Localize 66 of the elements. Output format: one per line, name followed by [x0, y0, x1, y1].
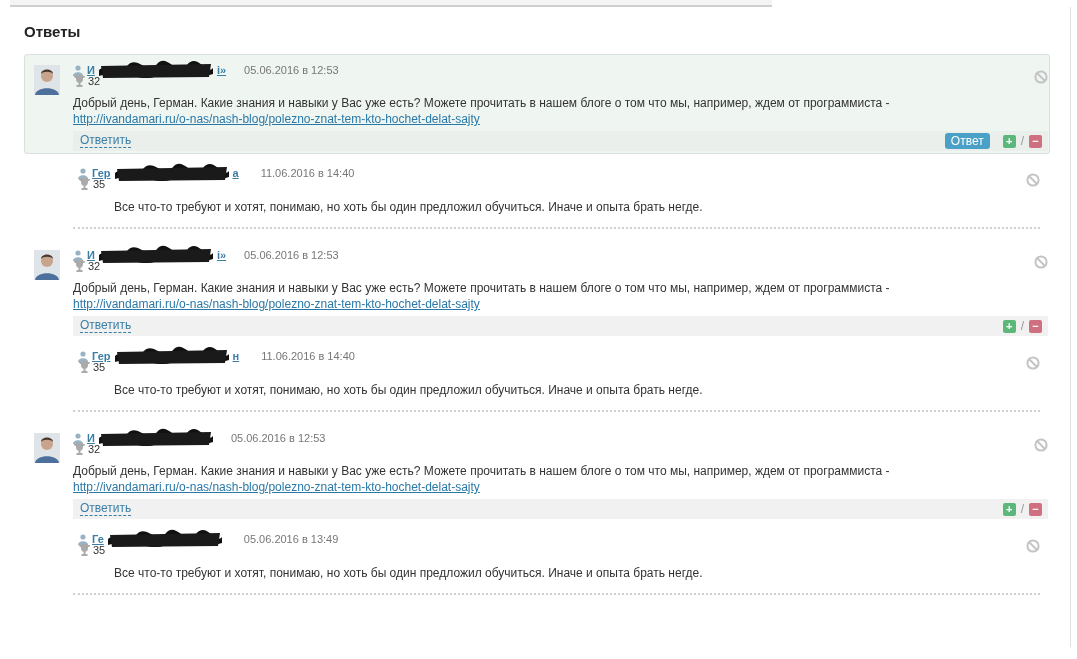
downvote-button[interactable]: − [1029, 319, 1042, 333]
score: 35 [93, 544, 106, 556]
comment-date: 05.06.2016 в 13:49 [243, 533, 339, 545]
answer-badge: Ответ [944, 133, 990, 149]
upvote-button[interactable]: + [1002, 134, 1016, 148]
block-icon[interactable] [1034, 255, 1048, 269]
block-icon[interactable] [1026, 173, 1040, 187]
author-link[interactable]: И [87, 249, 95, 261]
user-icon [73, 432, 83, 444]
avatar [34, 65, 60, 95]
section-title: Ответы [24, 23, 81, 40]
block-icon[interactable] [1034, 70, 1048, 84]
comment-date: 05.06.2016 в 12:53 [230, 432, 326, 444]
trophy-icon [73, 260, 86, 272]
upvote-button[interactable]: + [1002, 502, 1016, 516]
comment-text: Добрый день, Герман. Какие знания и навыки у Вас уже есть? Можете прочитать в нашем блоге о том что мы, например, ждем от программиста - http://ivandamari.ru/o-nas/nash-blog/polezno-znat-tem-kto-hochet-delat-sajty [73, 280, 891, 312]
trophy-icon [78, 361, 91, 373]
comment-text: Все что-то требуют и хотят, понимаю, но хоть бы один предложил обучиться. Иначе и опыта брать негде. [114, 565, 704, 581]
score: 32 [88, 260, 101, 272]
avatar [34, 250, 60, 280]
vote-separator: / [1020, 134, 1024, 148]
user-icon [78, 533, 88, 545]
author-link[interactable]: Гер [92, 350, 111, 362]
comment-date: 05.06.2016 в 12:53 [244, 249, 339, 261]
author-link[interactable]: И [87, 64, 95, 76]
author-link[interactable]: И [87, 432, 95, 444]
block-icon[interactable] [1026, 539, 1040, 553]
comment-text: Все что-то требуют и хотят, понимаю, но хоть бы один предложил обучиться. Иначе и опыта брать негде. [114, 382, 704, 398]
blog-link[interactable]: http://ivandamari.ru/o-nas/nash-blog/polezno-znat-tem-kto-hochet-delat-sajty [73, 480, 480, 494]
score: 35 [93, 178, 106, 190]
author-link[interactable]: i» [216, 64, 227, 76]
trophy-icon [78, 178, 91, 190]
comment-text: Все что-то требуют и хотят, понимаю, но хоть бы один предложил обучиться. Иначе и опыта брать негде. [114, 199, 704, 215]
block-icon[interactable] [1034, 438, 1048, 452]
blog-link[interactable]: http://ivandamari.ru/o-nas/nash-blog/polezno-znat-tem-kto-hochet-delat-sajty [73, 112, 480, 126]
author-link[interactable]: Ге [92, 533, 104, 545]
reply-link[interactable]: Ответить [80, 502, 132, 516]
comment-text: Добрый день, Герман. Какие знания и навыки у Вас уже есть? Можете прочитать в нашем блоге о том что мы, например, ждем от программиста - http://ivandamari.ru/o-nas/nash-blog/polezno-znat-tem-kto-hochet-delat-sajty [73, 95, 891, 127]
downvote-button[interactable]: − [1029, 134, 1042, 148]
avatar [34, 433, 60, 463]
comment-text: Добрый день, Герман. Какие знания и навыки у Вас уже есть? Можете прочитать в нашем блоге о том что мы, например, ждем от программиста - http://ivandamari.ru/o-nas/nash-blog/polezno-znat-tem-kto-hochet-delat-sajty [73, 463, 891, 495]
user-icon [73, 64, 83, 76]
user-icon [73, 249, 83, 261]
user-icon [78, 167, 88, 179]
author-link[interactable]: i» [216, 249, 227, 261]
block-icon[interactable] [1026, 356, 1040, 370]
score: 35 [93, 361, 106, 373]
blog-link[interactable]: http://ivandamari.ru/o-nas/nash-blog/polezno-znat-tem-kto-hochet-delat-sajty [73, 297, 480, 311]
trophy-icon [78, 544, 91, 556]
downvote-button[interactable]: − [1029, 502, 1042, 516]
reply-link[interactable]: Ответить [80, 134, 132, 148]
comment-date: 05.06.2016 в 12:53 [244, 64, 339, 76]
vote-separator: / [1020, 502, 1024, 516]
reply-link[interactable]: Ответить [80, 319, 132, 333]
author-link[interactable]: н [232, 350, 240, 362]
author-link[interactable]: а [232, 167, 239, 179]
comment-date: 11.06.2016 в 14:40 [260, 167, 355, 179]
vote-separator: / [1020, 319, 1024, 333]
trophy-icon [73, 75, 86, 87]
score: 32 [88, 443, 101, 455]
trophy-icon [73, 443, 86, 455]
comment-date: 11.06.2016 в 14:40 [261, 350, 355, 362]
author-link[interactable]: Гер [92, 167, 111, 179]
user-icon [78, 350, 88, 362]
score: 32 [88, 75, 101, 87]
upvote-button[interactable]: + [1002, 319, 1016, 333]
